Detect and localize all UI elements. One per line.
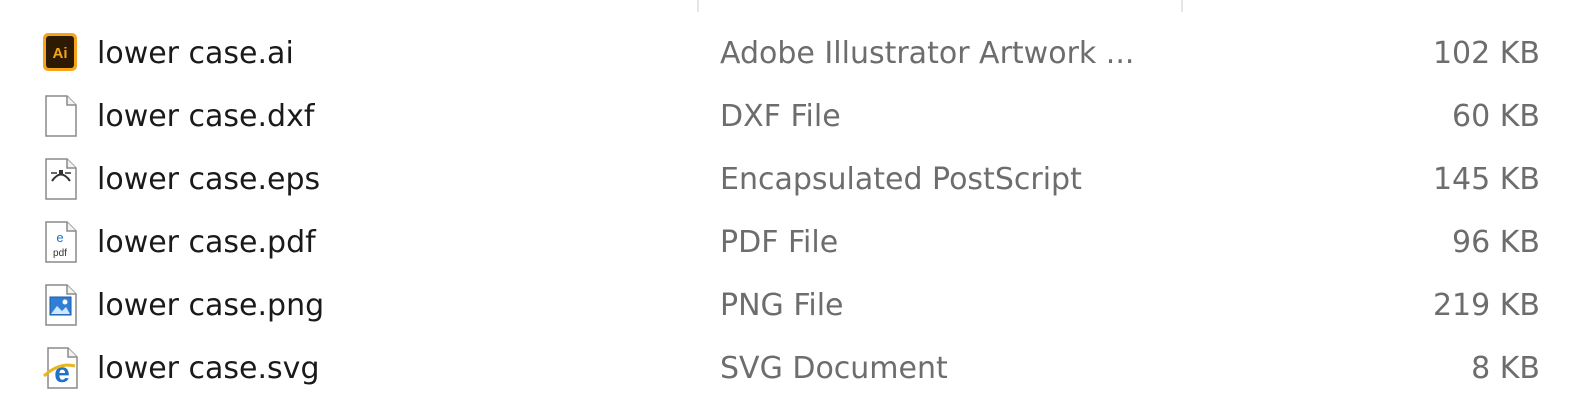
column-divider[interactable]	[1181, 0, 1183, 12]
png-image-file-icon	[41, 283, 81, 327]
file-row-png[interactable]: lower case.png PNG File 219 KB	[0, 277, 1588, 340]
file-size: 102 KB	[1432, 36, 1540, 71]
file-row-ai[interactable]: Ai lower case.ai Adobe Illustrator Artwo…	[0, 25, 1588, 88]
eps-file-icon	[41, 157, 81, 201]
file-row-pdf[interactable]: e pdf lower case.pdf PDF File 96 KB	[0, 214, 1588, 277]
column-header-edge	[0, 0, 1588, 14]
file-name: lower case.eps	[97, 162, 321, 197]
illustrator-file-icon: Ai	[41, 31, 81, 75]
column-divider[interactable]	[697, 0, 699, 12]
file-name: lower case.svg	[97, 351, 320, 386]
file-size: 8 KB	[1471, 351, 1540, 386]
file-type: DXF File	[720, 99, 841, 134]
file-name: lower case.ai	[97, 36, 294, 71]
file-row-dxf[interactable]: lower case.dxf DXF File 60 KB	[0, 88, 1588, 151]
file-name: lower case.dxf	[97, 99, 315, 134]
pdf-file-icon: e pdf	[41, 220, 81, 264]
file-size: 145 KB	[1432, 162, 1540, 197]
svg-text:e: e	[54, 357, 70, 388]
file-type: PNG File	[720, 288, 844, 323]
file-row-eps[interactable]: lower case.eps Encapsulated PostScript 1…	[0, 151, 1588, 214]
svg-text:Ai: Ai	[53, 45, 68, 62]
file-size: 60 KB	[1452, 99, 1540, 134]
file-row-svg[interactable]: e lower case.svg SVG Document 8 KB	[0, 340, 1588, 403]
file-type: Encapsulated PostScript	[720, 162, 1082, 197]
file-type: SVG Document	[720, 351, 948, 386]
file-type: Adobe Illustrator Artwork ...	[720, 36, 1135, 71]
generic-file-icon	[41, 94, 81, 138]
file-name: lower case.pdf	[97, 225, 316, 260]
svg-text:pdf: pdf	[53, 248, 67, 259]
internet-explorer-svg-file-icon: e	[41, 346, 81, 390]
file-type: PDF File	[720, 225, 839, 260]
file-list: Ai lower case.ai Adobe Illustrator Artwo…	[0, 25, 1588, 403]
file-name: lower case.png	[97, 288, 325, 323]
file-size: 219 KB	[1432, 288, 1540, 323]
file-size: 96 KB	[1452, 225, 1540, 260]
svg-text:e: e	[56, 230, 63, 245]
